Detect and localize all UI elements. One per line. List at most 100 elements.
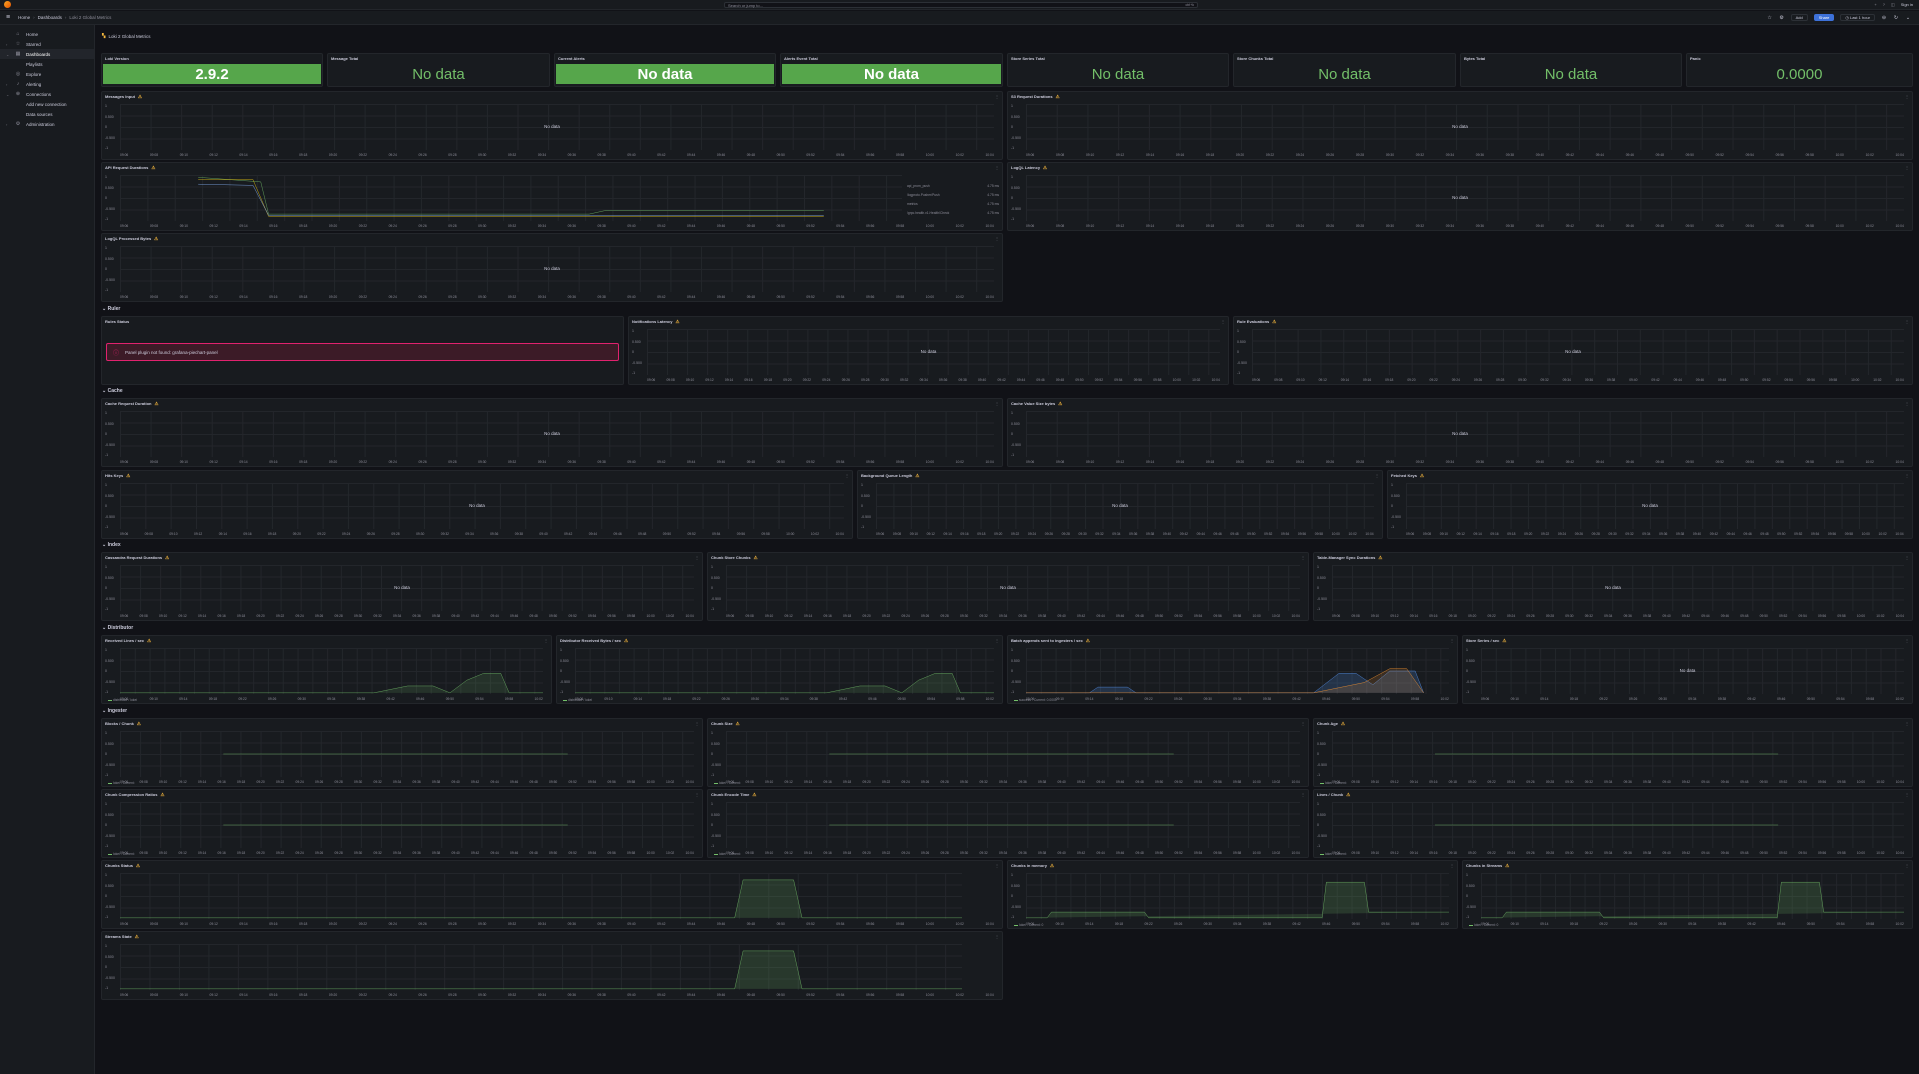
panel-chunk-compression-ratios[interactable]: Chunk Compression Ratios ⚠ ⋮ 1 0.500 0 -0.500 -… xyxy=(101,789,703,858)
panel-legend[interactable]: lokei - Current: xyxy=(108,852,135,856)
panel-menu-icon[interactable]: ⋮ xyxy=(995,236,999,241)
breadcrumb-home[interactable]: Home xyxy=(18,15,30,20)
panel-background-queue-length[interactable]: Background Queue Length ⚠ ⋮ 1 0.500 0 -0.500 -1… xyxy=(857,470,1383,539)
breadcrumb-dashboards[interactable]: Dashboards xyxy=(38,15,62,20)
plot-area[interactable] xyxy=(120,731,694,777)
panel-menu-icon[interactable]: ⋮ xyxy=(995,94,999,99)
panel-notifications-latency[interactable]: Notifications Latency ⚠ ⋮ 1 0.500 0 -0.500 -1 09… xyxy=(628,316,1229,385)
panel-chunk-encode-time[interactable]: Chunk Encode Time ⚠ ⋮ 1 0.500 0 -0.500 -1 09:06 0… xyxy=(707,789,1309,858)
plot-area[interactable] xyxy=(1026,648,1449,694)
plot-area[interactable] xyxy=(120,802,694,848)
plus-icon[interactable]: + xyxy=(1874,2,1876,7)
sidebar-item-explore[interactable]: ◎ Explore xyxy=(0,69,94,79)
panel-legend[interactable]: distributor / lokei xyxy=(108,698,137,702)
panel-menu-icon[interactable]: ⋮ xyxy=(995,638,999,643)
star-icon[interactable]: ☆ xyxy=(1767,15,1773,21)
plot-area[interactable] xyxy=(1332,731,1904,777)
panel-menu-icon[interactable]: ⋮ xyxy=(1905,94,1909,99)
panel-streams-state[interactable]: Streams State ⚠ ⋮ 1 0.500 0 -0.500 -1 09:06 09:08… xyxy=(101,931,1003,1000)
panel-fetched-keys[interactable]: Fetched Keys ⚠ ⋮ 1 0.500 0 -0.500 -1 09:06 09:08 0… xyxy=(1387,470,1913,539)
panel-menu-icon[interactable]: ⋮ xyxy=(1905,792,1909,797)
panel-menu-icon[interactable]: ⋮ xyxy=(1450,638,1454,643)
panel-menu-icon[interactable]: ⋮ xyxy=(695,792,699,797)
panel-menu-icon[interactable]: ⋮ xyxy=(695,721,699,726)
stat-bytes-total[interactable]: Bytes Total No data xyxy=(1460,53,1682,87)
grafana-logo-icon[interactable] xyxy=(4,1,11,8)
panel-chunks-in-memory[interactable]: Chunks in memory ⚠ ⋮ 1 0.500 0 -0.500 -1 09:06 09… xyxy=(1007,860,1458,929)
plot-area[interactable] xyxy=(726,731,1300,777)
panel-legend[interactable]: lokei - Current: 0 xyxy=(1469,923,1498,927)
panel-cache-value-size[interactable]: Cache Value Size bytes ⚠ ⋮ 1 0.500 0 -0.500 -1 0… xyxy=(1007,398,1913,467)
panel-menu-icon[interactable]: ⋮ xyxy=(1450,863,1454,868)
plot-area[interactable] xyxy=(1026,873,1449,919)
panel-legend[interactable]: api_prom_push 4.75 ms/logproto.Pusher/Pus… xyxy=(907,181,999,217)
menu-icon[interactable]: ≡ xyxy=(6,14,10,21)
panel-batch-appends[interactable]: Batch appends sent to ingesters / sec ⚠ ⋮ 1… xyxy=(1007,635,1458,704)
zoom-out-icon[interactable]: ⊖ xyxy=(1881,15,1887,21)
plot-area[interactable] xyxy=(120,944,962,990)
sidebar-item-connections[interactable]: ⌄ ⊕ Connections xyxy=(0,89,94,99)
panel-menu-icon[interactable]: ⋮ xyxy=(995,165,999,170)
panel-menu-icon[interactable]: ⋮ xyxy=(1301,721,1305,726)
panel-menu-icon[interactable]: ⋮ xyxy=(995,401,999,406)
panel-cassandra-request-durations[interactable]: Cassandra Request Durations ⚠ ⋮ 1 0.500 0 -0.5… xyxy=(101,552,703,621)
row-ingester[interactable]: ⌄ Ingester xyxy=(102,708,127,714)
panel-distributor-received-bytes[interactable]: Distributor Received Bytes / sec ⚠ ⋮ 1 0.500… xyxy=(556,635,1003,704)
plot-area[interactable] xyxy=(575,648,994,694)
plot-area[interactable] xyxy=(726,802,1300,848)
refresh-icon[interactable]: ↻ xyxy=(1893,15,1899,21)
panel-menu-icon[interactable]: ⋮ xyxy=(1375,473,1379,478)
panel-s3-request-durations[interactable]: S3 Request Durations ⚠ ⋮ 1 0.500 0 -0.500 -1 09:… xyxy=(1007,91,1913,160)
panel-blocks-chunk[interactable]: Blocks / Chunk ⚠ ⋮ 1 0.500 0 -0.500 -1 09:06 09:0… xyxy=(101,718,703,787)
sidebar-item-starred[interactable]: › ☆ Starred xyxy=(0,39,94,49)
panel-store-series[interactable]: Store Series / sec ⚠ ⋮ 1 0.500 0 -0.500 -1 09:06… xyxy=(1462,635,1913,704)
panel-legend[interactable]: lokei - Current: xyxy=(108,781,135,785)
panel-rules-status[interactable]: Rules Status ⓘ Panel plugin not found: gr… xyxy=(101,316,624,385)
panel-received-lines[interactable]: Received Lines / sec ⚠ ⋮ 1 0.500 0 -0.500 -1 09:… xyxy=(101,635,552,704)
panel-logql-latency[interactable]: LogQL Latency ⚠ ⋮ 1 0.500 0 -0.500 -1 09:06 09:08… xyxy=(1007,162,1913,231)
plot-area[interactable] xyxy=(1481,873,1904,919)
panel-menu-icon[interactable]: ⋮ xyxy=(1905,165,1909,170)
sidebar-item-home[interactable]: ⌂ Home xyxy=(0,29,94,39)
panel-menu-icon[interactable]: ⋮ xyxy=(995,863,999,868)
panel-logql-processed-bytes[interactable]: LogQL Processed Bytes ⚠ ⋮ 1 0.500 0 -0.500 -1 09… xyxy=(101,233,1003,302)
panel-menu-icon[interactable]: ⋮ xyxy=(544,638,548,643)
panel-api-request-durations[interactable]: API Request Durations ⚠ ⋮ 1 0.500 0 -0.500 -1 09… xyxy=(101,162,1003,231)
sidebar-item-dashboards[interactable]: ⌄ ▦ Dashboards xyxy=(0,49,94,59)
stat-current-alerts[interactable]: Current Alerts No data xyxy=(554,53,776,87)
panel-legend[interactable]: distributor / lokei xyxy=(563,698,592,702)
panel-menu-icon[interactable]: ⋮ xyxy=(1905,638,1909,643)
panel-chunk-size[interactable]: Chunk Size ⚠ ⋮ 1 0.500 0 -0.500 -1 09:06 09:08 09:… xyxy=(707,718,1309,787)
panel-chunks-status[interactable]: Chunks Status ⚠ ⋮ 1 0.500 0 -0.500 -1 09:06 09:08… xyxy=(101,860,1003,929)
panel-menu-icon[interactable]: ⋮ xyxy=(695,555,699,560)
time-range-picker[interactable]: ◷ Last 1 hour xyxy=(1840,14,1875,21)
plot-area[interactable] xyxy=(120,873,962,919)
plot-area[interactable] xyxy=(120,175,902,221)
sidebar-item-data-sources[interactable]: Data sources xyxy=(0,109,94,119)
panel-menu-icon[interactable]: ⋮ xyxy=(1905,473,1909,478)
panel-chunk-age[interactable]: Chunk Age ⚠ ⋮ 1 0.500 0 -0.500 -1 09:06 09:08 09:1… xyxy=(1313,718,1913,787)
panel-chunk-store-chunks[interactable]: Chunk Store Chunks ⚠ ⋮ 1 0.500 0 -0.500 -1 09:06… xyxy=(707,552,1309,621)
sidebar-item-playlists[interactable]: Playlists xyxy=(0,59,94,69)
stat-alerts-event-total[interactable]: Alerts Event Total No data xyxy=(780,53,1003,87)
sidebar-item-add-new-connection[interactable]: Add new connection xyxy=(0,99,94,109)
plot-area[interactable] xyxy=(120,648,543,694)
panel-rule-evaluations[interactable]: Rule Evaluations ⚠ ⋮ 1 0.500 0 -0.500 -1 09:06 09… xyxy=(1233,316,1913,385)
panel-cache-request-duration[interactable]: Cache Request Duration ⚠ ⋮ 1 0.500 0 -0.500 -1 0… xyxy=(101,398,1003,467)
panel-menu-icon[interactable]: ⋮ xyxy=(1905,401,1909,406)
stat-message-total[interactable]: Message Total No data xyxy=(327,53,550,87)
row-cache[interactable]: ⌄ Cache xyxy=(102,388,123,394)
panel-menu-icon[interactable]: ⋮ xyxy=(845,473,849,478)
panel-legend[interactable]: success - Current: 0.0000 xyxy=(1014,698,1057,702)
panel-table-manager-sync-durations[interactable]: Table-Manager Sync Durations ⚠ ⋮ 1 0.500 0 -0.… xyxy=(1313,552,1913,621)
panel-menu-icon[interactable]: ⋮ xyxy=(1221,319,1225,324)
panel-menu-icon[interactable]: ⋮ xyxy=(1301,555,1305,560)
add-button[interactable]: Add xyxy=(1790,14,1808,21)
row-index[interactable]: ⌄ Index xyxy=(102,542,121,548)
stat-store-series-total[interactable]: Store Series Total No data xyxy=(1007,53,1229,87)
panel-legend[interactable]: lokei - Current: xyxy=(714,852,741,856)
row-ruler[interactable]: ⌄ Ruler xyxy=(102,306,120,312)
panel-messages-input[interactable]: Messages Input ⚠ ⋮ 1 0.500 0 -0.500 -1 09:06 09:0… xyxy=(101,91,1003,160)
panel-menu-icon[interactable]: ⋮ xyxy=(1905,863,1909,868)
settings-icon[interactable]: ⚙ xyxy=(1779,15,1785,21)
